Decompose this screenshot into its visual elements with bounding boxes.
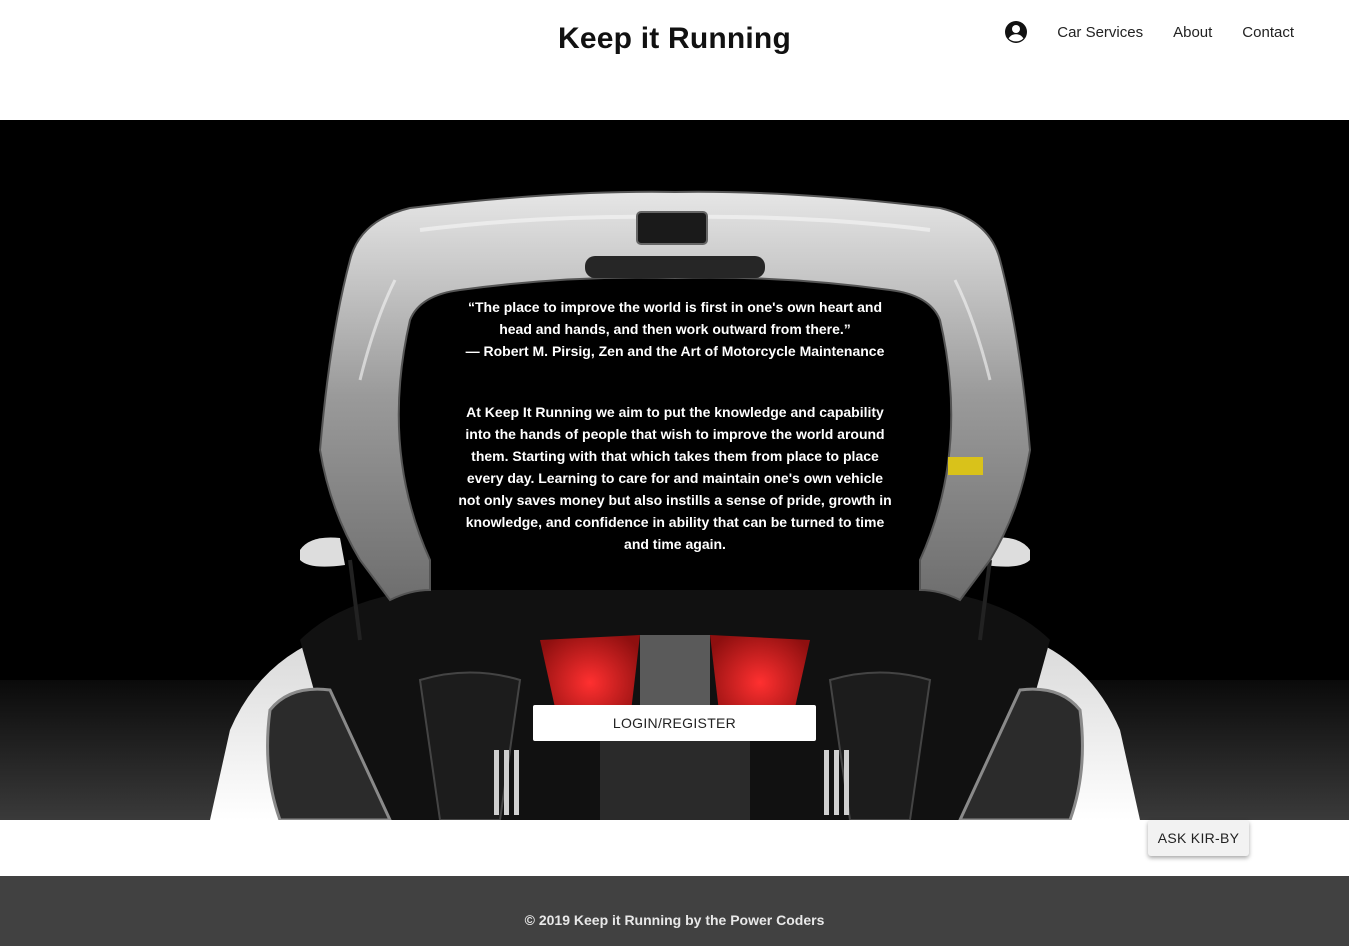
main-nav: Car Services About Contact (1004, 20, 1294, 44)
quote-line: head and hands, and then work outward fr… (499, 321, 851, 337)
hero-section: “The place to improve the world is first… (0, 120, 1349, 820)
ask-kirby-button[interactable]: ASK KIR-BY (1148, 820, 1249, 856)
quote-line: “The place to improve the world is first… (467, 299, 883, 315)
site-footer: © 2019 Keep it Running by the Power Code… (0, 876, 1349, 946)
login-register-button[interactable]: LOGIN/REGISTER (533, 705, 816, 741)
quote-attribution: — Robert M. Pirsig, Zen and the Art of M… (465, 343, 885, 359)
mission-statement: At Keep It Running we aim to put the kno… (458, 404, 892, 552)
account-circle-icon[interactable] (1004, 20, 1028, 44)
page: Keep it Running Car Services About Conta… (0, 0, 1349, 946)
footer-copyright: © 2019 Keep it Running by the Power Code… (524, 912, 825, 928)
nav-link-contact[interactable]: Contact (1242, 24, 1294, 41)
nav-link-about[interactable]: About (1173, 24, 1212, 41)
nav-link-car-services[interactable]: Car Services (1057, 24, 1143, 41)
site-header: Keep it Running Car Services About Conta… (0, 0, 1349, 120)
hero-quote: “The place to improve the world is first… (455, 296, 895, 362)
